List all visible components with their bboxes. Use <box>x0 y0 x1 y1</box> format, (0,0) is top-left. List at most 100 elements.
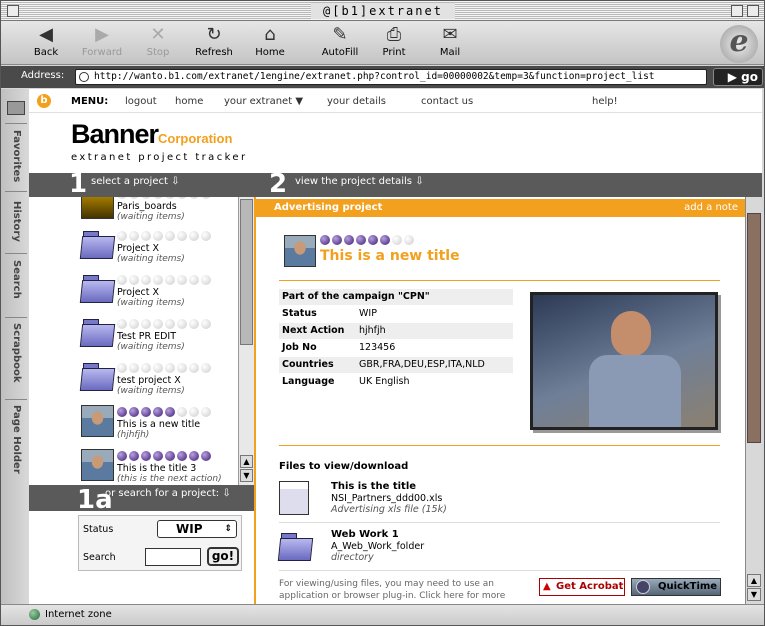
detail-value: 123456 <box>359 342 396 353</box>
printer-icon: ⎙ <box>386 24 402 45</box>
autofill-button[interactable]: ✎ AutoFill <box>311 23 369 63</box>
project-name: Paris_boards <box>117 201 177 212</box>
close-box[interactable] <box>7 5 19 17</box>
project-name: This is the title 3 <box>117 463 197 474</box>
plugin-note: For viewing/using files, you may need to… <box>279 579 506 601</box>
project-list-item[interactable]: Project X (waiting items) <box>81 227 241 267</box>
project-list-scrollbar[interactable]: ▲ ▼ <box>238 197 254 485</box>
rating-dot <box>332 235 342 245</box>
sidetab-page-holder[interactable]: Page Holder <box>5 399 27 479</box>
scroll-down-arrow-icon[interactable]: ▼ <box>240 469 253 482</box>
acrobat-icon: ▲ <box>543 581 551 592</box>
down-arrow-icon: ⇩ <box>415 176 424 187</box>
sidetab-favorites[interactable]: Favorites <box>5 123 27 189</box>
stop-button[interactable]: ✕ Stop <box>129 23 187 63</box>
rating-dot <box>117 319 127 329</box>
rating-dot <box>129 363 139 373</box>
rating-dot <box>177 231 187 241</box>
sidetab-history[interactable]: History <box>5 191 27 251</box>
scroll-down-arrow-icon[interactable]: ▼ <box>747 588 761 601</box>
scroll-up-arrow-icon[interactable]: ▲ <box>747 574 761 587</box>
back-button[interactable]: ◀ Back <box>17 23 75 63</box>
rating-dot <box>117 197 127 199</box>
rating-dot <box>117 451 127 461</box>
project-thumbnail <box>284 235 316 267</box>
project-list-item[interactable]: Test PR EDIT (waiting items) <box>81 315 241 355</box>
updown-arrows-icon: ⇕ <box>224 524 232 534</box>
home-icon: ⌂ <box>264 24 276 45</box>
page-icon <box>79 72 89 82</box>
project-list-item[interactable]: This is the title 3 (this is the next act… <box>81 447 241 485</box>
files-heading: Files to view/download <box>279 461 409 472</box>
scroll-thumb[interactable] <box>240 199 253 345</box>
detail-key: Status <box>282 308 317 319</box>
rating-dot <box>129 319 139 329</box>
zoom-box[interactable] <box>731 5 743 17</box>
menu-logout[interactable]: logout <box>125 96 157 107</box>
project-photo <box>530 292 718 430</box>
project-list-item[interactable]: Paris_boards (waiting items) <box>81 197 241 225</box>
quicktime-button[interactable]: QuickTime <box>631 578 721 596</box>
project-list-item[interactable]: This is a new title (hjhfjh) <box>81 403 241 443</box>
add-note-link[interactable]: add a note <box>684 202 738 213</box>
sidebar-toggle-icon[interactable] <box>7 101 25 115</box>
status-select[interactable]: WIP ⇕ <box>157 520 237 538</box>
rating-dot <box>177 451 187 461</box>
address-label: Address: <box>21 70 65 81</box>
search-input[interactable] <box>145 548 201 566</box>
rating-dot <box>201 231 211 241</box>
rating-dot <box>141 363 151 373</box>
project-list-item[interactable]: test project X (waiting items) <box>81 359 241 399</box>
forward-button[interactable]: ▶ Forward <box>73 23 131 63</box>
mail-button[interactable]: ✉ Mail <box>421 23 479 63</box>
rating-dot <box>117 275 127 285</box>
address-go-button[interactable]: ▶ go <box>713 68 763 86</box>
menu-home[interactable]: home <box>175 96 203 107</box>
project-list-item[interactable]: Project X (waiting items) <box>81 271 241 311</box>
refresh-button[interactable]: ↻ Refresh <box>185 23 243 63</box>
menu-your-details[interactable]: your details <box>327 96 386 107</box>
photo-icon <box>81 197 114 219</box>
print-button[interactable]: ⎙ Print <box>365 23 423 63</box>
menu-your-extranet[interactable]: your extranet ▼ <box>224 96 303 107</box>
sidetab-scrapbook[interactable]: Scrapbook <box>5 317 27 387</box>
photo-body <box>589 355 681 427</box>
rating-dot <box>129 451 139 461</box>
menu-contact-us[interactable]: contact us <box>421 96 473 107</box>
collapse-box[interactable] <box>747 5 759 17</box>
rating-dot <box>141 451 151 461</box>
address-input[interactable]: http://wanto.b1.com/extranet/1engine/ext… <box>75 69 707 85</box>
rating-dot <box>201 197 211 199</box>
page-scrollbar[interactable]: ▲ ▼ <box>745 197 762 604</box>
title-bar[interactable]: @[b1]extranet <box>1 1 764 21</box>
project-status: (waiting items) <box>117 212 185 222</box>
menu-help[interactable]: help! <box>592 96 618 107</box>
rating-dot <box>141 231 151 241</box>
rating-dot <box>177 407 187 417</box>
rating-dot <box>165 407 175 417</box>
address-url: http://wanto.b1.com/extranet/1engine/ext… <box>94 71 655 82</box>
scroll-up-arrow-icon[interactable]: ▲ <box>240 455 253 468</box>
home-button[interactable]: ⌂ Home <box>241 23 299 63</box>
detail-value: hjhfjh <box>359 325 386 336</box>
detail-row: Language UK English <box>279 374 513 390</box>
file-item[interactable]: This is the title NSI_Partners_ddd00.xls… <box>279 481 579 521</box>
site-menu: b MENU: logout home your extranet ▼ your… <box>29 89 762 113</box>
search-go-button[interactable]: go! <box>207 547 239 566</box>
project-detail: Advertising project add a note This is a… <box>254 197 746 604</box>
rating-dot <box>177 319 187 329</box>
divider <box>279 522 720 523</box>
rating-dot <box>165 363 175 373</box>
sidetab-search[interactable]: Search <box>5 253 27 305</box>
file-item[interactable]: Web Work 1 A_Web_Work_folder directory <box>279 529 579 569</box>
rating-dot <box>153 363 163 373</box>
rating-dots <box>117 319 213 329</box>
brand-subtitle: extranet project tracker <box>71 152 248 163</box>
rating-dot <box>153 275 163 285</box>
scroll-thumb[interactable] <box>747 213 761 443</box>
mail-icon: ✉ <box>442 24 458 45</box>
status-label: Status <box>83 524 114 535</box>
step-2-label: view the project details ⇩ <box>295 176 424 187</box>
get-acrobat-button[interactable]: ▲ Get Acrobat <box>539 578 625 596</box>
rating-dot <box>141 275 151 285</box>
